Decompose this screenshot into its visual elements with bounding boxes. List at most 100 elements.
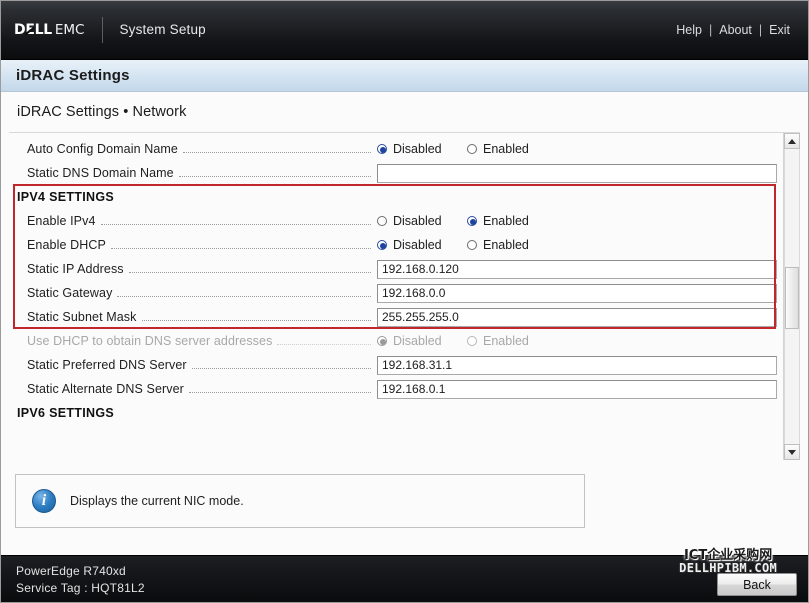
radio-option-label: Disabled: [393, 142, 442, 156]
radio-option-label: Enabled: [483, 142, 529, 156]
radio-option: Enabled: [467, 334, 557, 348]
radio-option[interactable]: Enabled: [467, 238, 557, 252]
radio-selected-icon: [377, 240, 387, 250]
text-input[interactable]: 192.168.0.0: [377, 284, 777, 303]
radio-option-label: Disabled: [393, 238, 442, 252]
setting-label: Static Gateway: [27, 286, 117, 300]
link-separator-1: |: [703, 23, 718, 37]
breadcrumb: iDRAC Settings • Network: [17, 104, 186, 120]
settings-section-header: IPV4 SETTINGS: [9, 185, 783, 209]
footer-status-bar: PowerEdge R740xd Service Tag : HQT81L2 B…: [0, 555, 809, 603]
leader-dots: [189, 381, 371, 393]
back-button[interactable]: Back: [717, 573, 797, 596]
setting-control: 192.168.0.0: [377, 284, 777, 303]
service-tag: Service Tag : HQT81L2: [16, 580, 145, 597]
scroll-up-button[interactable]: [784, 133, 800, 149]
settings-list-frame: Auto Config Domain Name Disabled Enabled St…: [9, 132, 800, 460]
dell-letter-d: D: [14, 22, 25, 38]
radio-option[interactable]: Disabled: [377, 214, 467, 228]
help-panel: i Displays the current NIC mode.: [15, 474, 585, 528]
text-input[interactable]: [377, 164, 777, 183]
about-link[interactable]: About: [718, 23, 753, 37]
settings-list: Auto Config Domain Name Disabled Enabled St…: [9, 133, 783, 460]
chevron-up-icon: [788, 139, 796, 144]
scrollbar-track[interactable]: [784, 149, 800, 444]
section-label: IPV4 SETTINGS: [17, 190, 114, 204]
chevron-down-icon: [788, 450, 796, 455]
settings-row: Static Alternate DNS Server 192.168.0.1: [9, 377, 783, 401]
radio-selected-icon: [377, 336, 387, 346]
text-input[interactable]: 192.168.0.1: [377, 380, 777, 399]
setting-control: 192.168.0.1: [377, 380, 777, 399]
radio-option[interactable]: Enabled: [467, 214, 557, 228]
content-area: iDRAC Settings • Network Auto Config Dom…: [0, 92, 809, 555]
radio-group: Disabled Enabled: [377, 214, 557, 228]
dell-emc-logo: DELL EMC: [14, 22, 84, 38]
top-header-bar: DELL EMC System Setup Help | About | Exi…: [0, 0, 809, 60]
radio-unselected-icon: [467, 240, 477, 250]
text-input[interactable]: 255.255.255.0: [377, 308, 777, 327]
page-title: iDRAC Settings: [16, 67, 130, 84]
scrollbar-thumb[interactable]: [785, 267, 799, 329]
header-left-group: DELL EMC System Setup: [14, 0, 206, 59]
settings-row: Static Subnet Mask 255.255.255.0: [9, 305, 783, 329]
exit-link[interactable]: Exit: [768, 23, 791, 37]
text-input[interactable]: 192.168.0.120: [377, 260, 777, 279]
setting-control: 255.255.255.0: [377, 308, 777, 327]
leader-dots: [277, 333, 371, 345]
leader-dots: [101, 213, 371, 225]
radio-option: Disabled: [377, 334, 467, 348]
leader-dots: [142, 309, 372, 321]
setting-control: 192.168.0.120: [377, 260, 777, 279]
radio-option-label: Enabled: [483, 334, 529, 348]
settings-row: Enable IPv4DisabledEnabled: [9, 209, 783, 233]
leader-dots: [111, 237, 371, 249]
setting-label: Auto Config Domain Name: [27, 142, 183, 156]
radio-option[interactable]: Disabled: [377, 142, 467, 156]
radio-unselected-icon: [377, 216, 387, 226]
info-icon: i: [32, 489, 56, 513]
settings-row: Enable DHCP Disabled Enabled: [9, 233, 783, 257]
help-text: Displays the current NIC mode.: [70, 494, 244, 508]
settings-scrollbar[interactable]: [783, 133, 800, 460]
setting-control: Disabled Enabled: [377, 214, 777, 228]
settings-row: Static DNS Domain Name: [9, 161, 783, 185]
setting-label: Static IP Address: [27, 262, 129, 276]
radio-option[interactable]: Disabled: [377, 238, 467, 252]
setting-label: Static Alternate DNS Server: [27, 382, 189, 396]
setting-label: Use DHCP to obtain DNS server addresses: [27, 334, 277, 348]
leader-dots: [117, 285, 371, 297]
app-title: System Setup: [119, 22, 205, 37]
dell-letters-ll: LL: [35, 22, 52, 38]
settings-section-header: IPV6 SETTINGS: [9, 401, 783, 425]
dell-wordmark: DELL: [14, 22, 52, 38]
radio-option-label: Enabled: [483, 214, 529, 228]
radio-option[interactable]: Enabled: [467, 142, 557, 156]
setting-label: Enable DHCP: [27, 238, 111, 252]
section-label: IPV6 SETTINGS: [17, 406, 114, 420]
scroll-down-button[interactable]: [784, 444, 800, 460]
leader-dots: [192, 357, 371, 369]
header-divider: [102, 17, 103, 43]
radio-option-label: Enabled: [483, 238, 529, 252]
radio-option-label: Disabled: [393, 214, 442, 228]
settings-row: Static Gateway 192.168.0.0: [9, 281, 783, 305]
radio-option-label: Disabled: [393, 334, 442, 348]
setting-label: Static Preferred DNS Server: [27, 358, 192, 372]
page-title-band: iDRAC Settings: [0, 60, 809, 92]
setting-label: Static Subnet Mask: [27, 310, 142, 324]
setting-control: [377, 164, 777, 183]
setting-control: Disabled Enabled: [377, 142, 777, 156]
setting-label: Static DNS Domain Name: [27, 166, 179, 180]
setting-control: Disabled Enabled: [377, 238, 777, 252]
settings-row: Static Preferred DNS Server 192.168.31.1: [9, 353, 783, 377]
setting-control: Disabled Enabled: [377, 334, 777, 348]
settings-row: Auto Config Domain Name Disabled Enabled: [9, 137, 783, 161]
text-input[interactable]: 192.168.31.1: [377, 356, 777, 375]
help-link[interactable]: Help: [675, 23, 703, 37]
radio-group: Disabled Enabled: [377, 334, 557, 348]
system-model: PowerEdge R740xd: [16, 563, 145, 580]
radio-group: Disabled Enabled: [377, 238, 557, 252]
header-links-group: Help | About | Exit: [675, 23, 791, 37]
link-separator-2: |: [753, 23, 768, 37]
